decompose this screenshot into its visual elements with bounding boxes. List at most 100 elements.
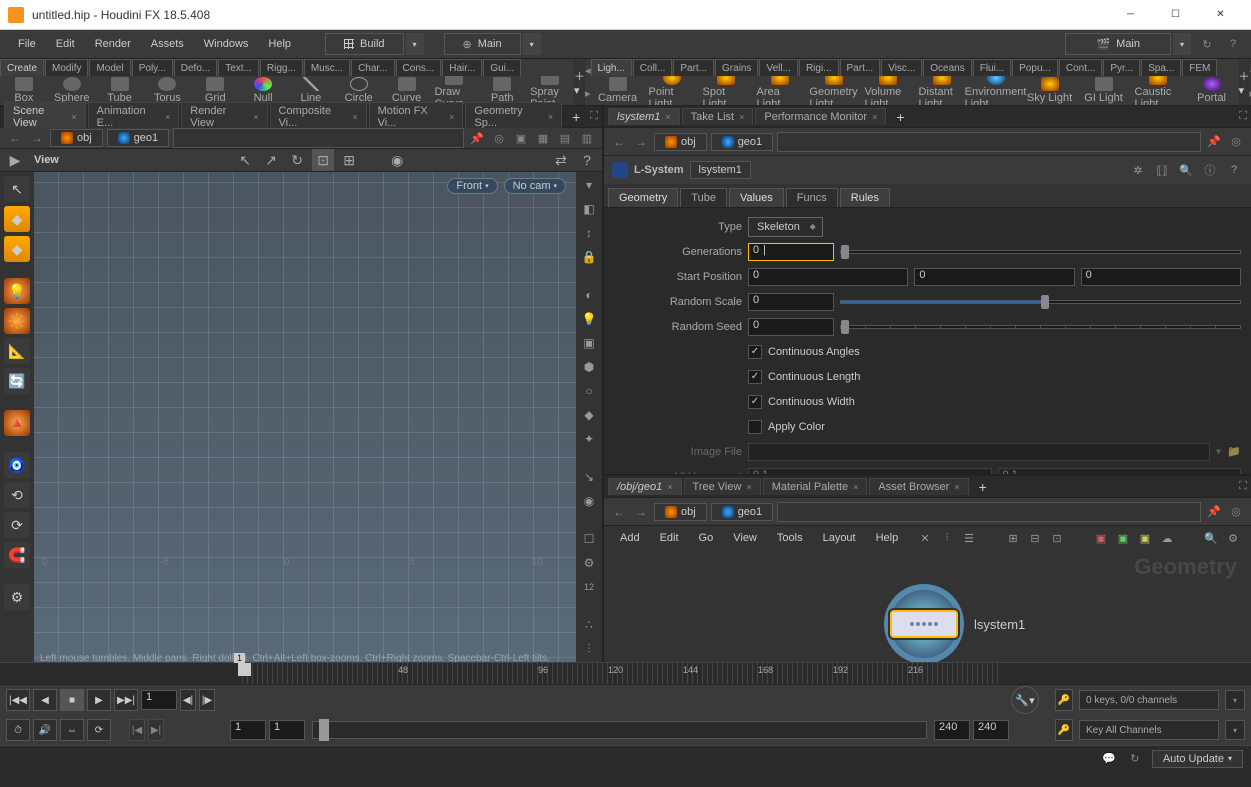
menu-windows[interactable]: Windows xyxy=(194,38,259,50)
range-end2-field[interactable]: 240 xyxy=(973,720,1009,740)
cont-angles-check[interactable]: ✓ xyxy=(748,345,762,359)
randscale-field[interactable]: 0 xyxy=(748,293,834,311)
range-end-field[interactable]: 240 xyxy=(934,720,970,740)
close-icon[interactable]: × xyxy=(352,112,357,122)
handle-tool3[interactable]: ⟳ xyxy=(4,512,30,538)
uvincr-y-field[interactable]: 0.1 xyxy=(998,468,1242,475)
light-tool1[interactable]: 💡 xyxy=(4,278,30,304)
key-all-label[interactable]: Key All Channels xyxy=(1079,720,1219,740)
shelf-tab-vellum[interactable]: Vell... xyxy=(759,59,797,76)
tool-sphere[interactable]: Sphere xyxy=(52,77,92,104)
display-options-icon[interactable]: ▾ xyxy=(580,176,598,194)
tool-line[interactable]: Line xyxy=(291,77,331,104)
tool1-icon[interactable]: ⫶ xyxy=(939,530,955,546)
shelf-tab-hair[interactable]: Hair... xyxy=(442,59,482,76)
help-icon[interactable]: ? xyxy=(1225,161,1243,179)
shelf-left-plus[interactable]: ＋▾ xyxy=(574,59,585,105)
rt1-icon[interactable]: ◧ xyxy=(580,200,598,218)
image-file-field[interactable] xyxy=(748,443,1210,461)
keyall-icon[interactable]: 🔑 xyxy=(1055,719,1073,741)
shelf-tab-texture[interactable]: Text... xyxy=(218,59,259,76)
path-obj[interactable]: obj xyxy=(654,503,707,521)
shelf-tab-fluids[interactable]: Flui... xyxy=(973,59,1011,76)
forward-button[interactable]: → xyxy=(632,133,650,151)
lock-icon[interactable]: 🔒 xyxy=(580,248,598,266)
shelf-tab-modify[interactable]: Modify xyxy=(45,59,88,76)
gear-icon[interactable]: ⚙ xyxy=(1225,530,1241,546)
playhead[interactable] xyxy=(238,663,251,676)
keys-dd[interactable]: ▾ xyxy=(1225,690,1245,710)
render-icon[interactable]: ▣ xyxy=(512,129,530,147)
parm-tab-values[interactable]: Values xyxy=(729,188,784,207)
grid2-icon[interactable]: ⊟ xyxy=(1027,530,1043,546)
tool-circle[interactable]: Circle xyxy=(339,77,379,104)
radial-menu-selector[interactable]: ⊕ Main xyxy=(444,33,521,55)
tab-motionfx-view[interactable]: Motion FX Vi...× xyxy=(369,102,464,131)
tool-tube[interactable]: Tube xyxy=(100,77,140,104)
gear-tool[interactable]: ⚙ xyxy=(4,584,30,610)
menu-edit[interactable]: Edit xyxy=(46,38,85,50)
desktop-chevron[interactable]: ▾ xyxy=(406,33,424,55)
select-tool-icon[interactable]: ↖ xyxy=(234,149,256,171)
menu-file[interactable]: File xyxy=(8,38,46,50)
mat-icon[interactable]: ◆ xyxy=(580,406,598,424)
tab-add[interactable]: + xyxy=(888,109,912,125)
desktop-selector[interactable]: Build xyxy=(325,33,403,55)
help-icon[interactable]: ? xyxy=(576,149,598,171)
close-icon[interactable]: × xyxy=(548,112,553,122)
handle-tool2[interactable]: ⟲ xyxy=(4,482,30,508)
shelf-tab-collisions[interactable]: Coll... xyxy=(633,59,673,76)
file-browse-icon[interactable]: 📁 xyxy=(1227,445,1241,458)
bracket-icon[interactable]: ⟦⟧ xyxy=(1153,161,1171,179)
rt2-icon[interactable]: ↕ xyxy=(580,224,598,242)
light-tool2[interactable]: 🔆 xyxy=(4,308,30,334)
rotate-tool[interactable]: 🔄 xyxy=(4,368,30,394)
forward-button[interactable]: → xyxy=(632,503,650,521)
star-icon[interactable]: ✦ xyxy=(580,430,598,448)
tool-volumelight[interactable]: Volume Light xyxy=(865,76,911,105)
stop-button[interactable]: ■ xyxy=(60,689,84,711)
menu-help[interactable]: Help xyxy=(258,38,301,50)
d1-icon[interactable]: ☐ xyxy=(580,530,598,548)
sync-icon[interactable]: ↻ xyxy=(1197,34,1217,54)
close-icon[interactable]: × xyxy=(739,112,744,122)
info-icon[interactable]: ⓘ xyxy=(1201,161,1219,179)
target-icon[interactable]: ◎ xyxy=(1227,503,1245,521)
target-icon[interactable]: ◎ xyxy=(1227,133,1245,151)
tool-gilight[interactable]: GI Light xyxy=(1081,77,1127,104)
tools1-icon[interactable]: ▦ xyxy=(534,129,552,147)
uvincr-x-field[interactable]: 0.1 xyxy=(748,468,992,475)
tab-asset-browser[interactable]: Asset Browser× xyxy=(869,478,968,495)
range2-button[interactable]: ⟳ xyxy=(87,719,111,741)
tool-path[interactable]: Path xyxy=(482,77,522,104)
env-icon[interactable]: ○ xyxy=(580,382,598,400)
color3-icon[interactable]: ▣ xyxy=(1137,530,1153,546)
play-button[interactable]: ▶ xyxy=(87,689,111,711)
tools3-icon[interactable]: ▥ xyxy=(578,129,596,147)
startpos-x-field[interactable]: 0 xyxy=(748,268,908,286)
range-slider[interactable] xyxy=(312,721,927,739)
apply-color-check[interactable] xyxy=(748,420,762,434)
tab-geometry-sp[interactable]: Geometry Sp...× xyxy=(465,102,562,131)
back-button[interactable]: ← xyxy=(610,503,628,521)
pin-icon[interactable]: 📌 xyxy=(1205,503,1223,521)
display-icon[interactable]: ◉ xyxy=(386,149,408,171)
step-back-button[interactable]: ◀| xyxy=(180,689,196,711)
search-icon[interactable]: 🔍 xyxy=(1177,161,1195,179)
node-lsystem1[interactable]: lsystem1 xyxy=(884,584,1025,664)
tool-envlight[interactable]: Environment Light xyxy=(973,76,1019,105)
flow-icon[interactable]: ⇄ xyxy=(550,149,572,171)
tab-composite-view[interactable]: Composite Vi...× xyxy=(270,102,367,131)
magnet-tool[interactable]: 🧲 xyxy=(4,542,30,568)
close-icon[interactable]: × xyxy=(165,112,170,122)
path-field[interactable] xyxy=(173,128,464,148)
d-gear-icon[interactable]: ⚙ xyxy=(580,554,598,572)
close-icon[interactable]: × xyxy=(71,112,76,122)
path-geo1[interactable]: geo1 xyxy=(711,503,773,521)
view-menu-icon[interactable]: ▶ xyxy=(4,149,26,171)
shelf-tab-lights[interactable]: Ligh... xyxy=(591,59,632,76)
shelf-tab-muscles[interactable]: Musc... xyxy=(304,59,350,76)
menu-assets[interactable]: Assets xyxy=(141,38,194,50)
shelf-tab-constraints[interactable]: Cons... xyxy=(396,59,442,76)
tab-scene-view[interactable]: Scene View× xyxy=(4,102,86,131)
